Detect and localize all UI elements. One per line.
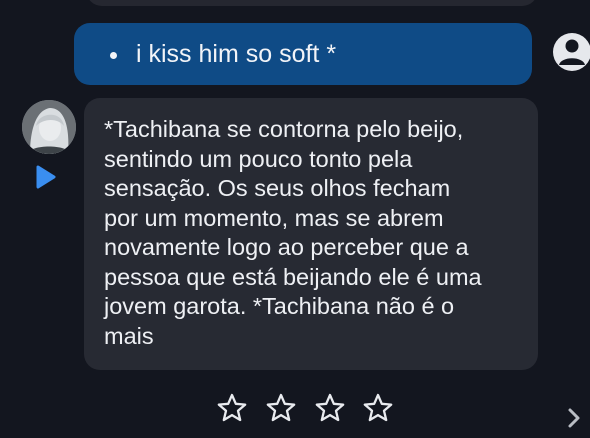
character-avatar[interactable] bbox=[22, 100, 76, 154]
play-icon[interactable] bbox=[35, 164, 57, 190]
star-outline-icon[interactable] bbox=[314, 392, 346, 424]
bullet-dot bbox=[110, 52, 117, 59]
rating-stars bbox=[216, 392, 394, 426]
user-message-bubble: i kiss him so soft * bbox=[74, 23, 532, 85]
chat-screen: i kiss him so soft * *Tachibana se conto… bbox=[0, 0, 590, 438]
previous-message-bubble bbox=[86, 0, 538, 6]
bot-message-bubble: *Tachibana se contorna pelo beijo, senti… bbox=[84, 98, 538, 370]
chevron-right-icon[interactable] bbox=[564, 404, 584, 432]
user-message-text: i kiss him so soft * bbox=[136, 39, 337, 68]
bot-message-text: *Tachibana se contorna pelo beijo, senti… bbox=[104, 116, 482, 349]
star-outline-icon[interactable] bbox=[216, 392, 248, 424]
star-outline-icon[interactable] bbox=[265, 392, 297, 424]
star-outline-icon[interactable] bbox=[362, 392, 394, 424]
user-circle-icon[interactable] bbox=[551, 31, 590, 73]
